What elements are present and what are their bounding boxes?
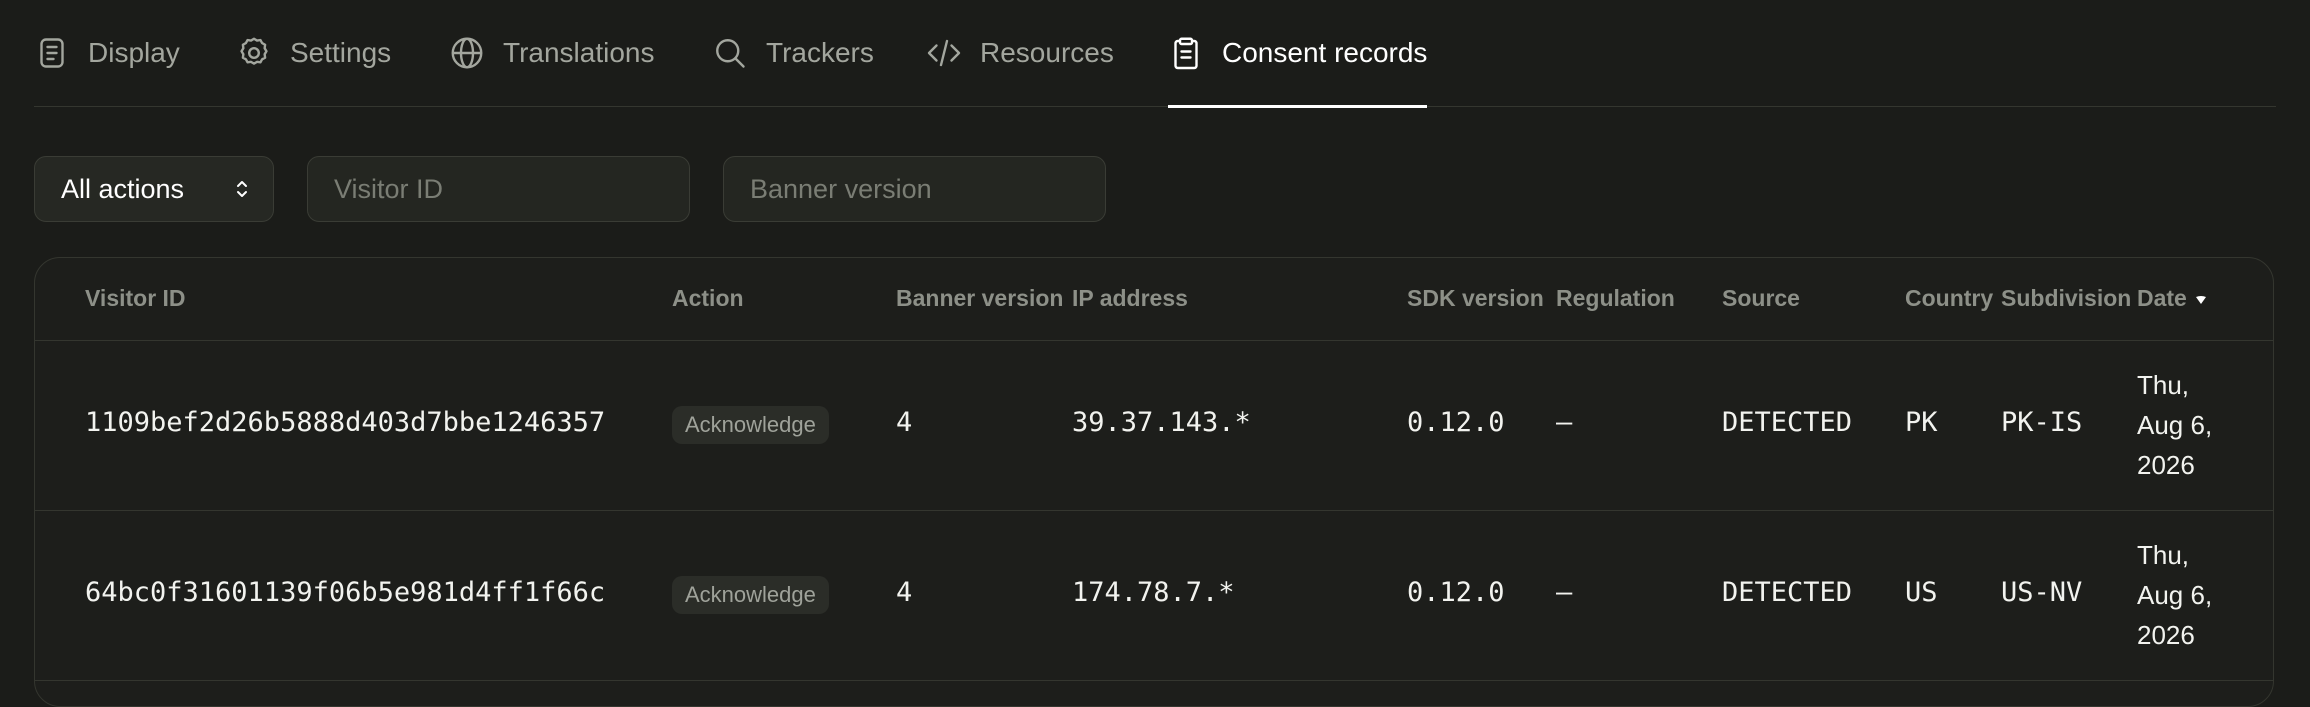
country-cell: PK — [1905, 407, 1938, 438]
action-filter-select[interactable]: All actions — [34, 156, 274, 222]
column-source[interactable]: Source — [1722, 285, 1800, 312]
date-cell: Thu, Aug 6, 2026 — [2137, 535, 2227, 655]
tab-settings[interactable]: Settings — [236, 0, 391, 106]
table-header: Visitor ID Action Banner version IP addr… — [35, 258, 2273, 341]
consent-records-table: Visitor ID Action Banner version IP addr… — [34, 257, 2274, 707]
column-sdk-version[interactable]: SDK version — [1407, 285, 1544, 312]
tab-label: Trackers — [766, 37, 874, 68]
date-cell: Thu, Aug 6, 2026 — [2137, 365, 2227, 485]
code-icon — [926, 35, 962, 71]
banner-version-cell: 4 — [896, 407, 913, 438]
tab-trackers[interactable]: Trackers — [712, 0, 874, 106]
banner-version-placeholder: Banner version — [750, 173, 932, 204]
visitor-id-filter[interactable]: Visitor ID — [307, 156, 690, 222]
column-ip-address[interactable]: IP address — [1072, 285, 1188, 312]
column-banner-version[interactable]: Banner version — [896, 285, 1063, 312]
sort-descending-icon — [2195, 295, 2206, 304]
country-cell: US — [1905, 577, 1938, 608]
date-year: 2026 — [2137, 450, 2195, 480]
sdk-version-cell: 0.12.0 — [1407, 577, 1505, 608]
column-action[interactable]: Action — [672, 285, 744, 312]
chevron-up-down-icon — [237, 181, 247, 197]
date-year: 2026 — [2137, 620, 2195, 650]
subdivision-cell: US-NV — [2001, 577, 2083, 608]
table-row[interactable]: 64bc0f31601139f06b5e981d4ff1f66c Acknowl… — [35, 510, 2273, 681]
source-cell: DETECTED — [1722, 577, 1853, 608]
globe-icon — [449, 35, 485, 71]
visitor-id-cell: 64bc0f31601139f06b5e981d4ff1f66c — [85, 577, 606, 608]
clipboard-icon — [1168, 35, 1204, 71]
action-badge: Acknowledge — [672, 406, 829, 444]
action-filter-value: All actions — [61, 173, 185, 204]
column-date-label: Date — [2137, 285, 2187, 311]
tab-consent-records[interactable]: Consent records — [1168, 0, 1428, 108]
subdivision-cell: PK-IS — [2001, 407, 2083, 438]
action-badge: Acknowledge — [672, 576, 829, 614]
source-cell: DETECTED — [1722, 407, 1853, 438]
tab-label: Settings — [290, 37, 392, 68]
date-weekday: Thu, — [2137, 370, 2190, 400]
regulation-cell: – — [1556, 407, 1573, 438]
visitor-id-cell: 1109bef2d26b5888d403d7bbe1246357 — [85, 407, 606, 438]
column-regulation[interactable]: Regulation — [1556, 285, 1675, 312]
sdk-version-cell: 0.12.0 — [1407, 407, 1505, 438]
column-visitor-id[interactable]: Visitor ID — [85, 285, 186, 312]
tab-label: Resources — [980, 37, 1114, 68]
tab-bar: Display Settings Translations Trackers R… — [34, 0, 2276, 108]
column-subdivision[interactable]: Subdivision — [2001, 285, 2131, 312]
date-weekday: Thu, — [2137, 540, 2190, 570]
tab-display[interactable]: Display — [34, 0, 180, 106]
document-icon — [34, 35, 70, 71]
column-country[interactable]: Country — [1905, 285, 1993, 312]
ip-address-cell: 174.78.7.* — [1072, 577, 1235, 608]
tab-resources[interactable]: Resources — [926, 0, 1114, 106]
ip-address-cell: 39.37.143.* — [1072, 407, 1251, 438]
tab-label: Translations — [503, 37, 655, 68]
date-month-day: Aug 6, — [2137, 580, 2213, 610]
banner-version-cell: 4 — [896, 577, 913, 608]
regulation-cell: – — [1556, 577, 1573, 608]
gear-icon — [236, 35, 272, 71]
visitor-id-placeholder: Visitor ID — [334, 173, 444, 204]
column-date[interactable]: Date — [2137, 285, 2207, 312]
tab-label: Display — [88, 37, 180, 68]
date-month-day: Aug 6, — [2137, 410, 2213, 440]
tab-label: Consent records — [1222, 37, 1428, 68]
tab-translations[interactable]: Translations — [449, 0, 654, 106]
search-icon — [712, 35, 748, 71]
table-row[interactable]: 1109bef2d26b5888d403d7bbe1246357 Acknowl… — [35, 340, 2273, 511]
banner-version-filter[interactable]: Banner version — [723, 156, 1106, 222]
